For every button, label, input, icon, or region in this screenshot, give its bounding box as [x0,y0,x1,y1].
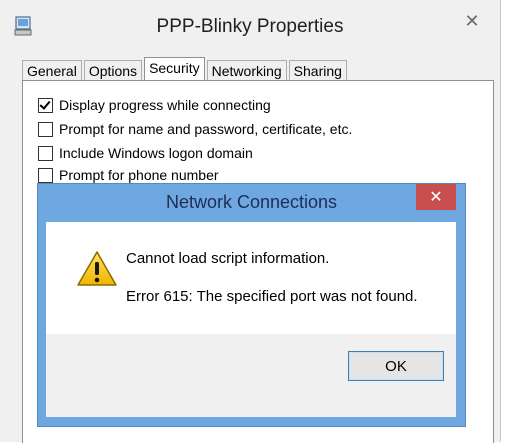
display-progress-checkbox[interactable] [38,97,53,113]
network-connections-dialog: Network Connections ✕ Cannot load script… [37,183,466,427]
prompt-phone-label: Prompt for phone number [59,167,219,183]
dialog-client-area: Cannot load script information. Error 61… [46,222,456,417]
dialog-title: Network Connections [165,192,338,212]
tab-networking[interactable]: Networking [206,60,287,81]
tab-general[interactable]: General [22,60,82,81]
prompt-phone-checkbox[interactable] [38,167,53,183]
tab-security[interactable]: Security [144,57,205,81]
option-display-progress[interactable]: Display progress while connecting [38,96,271,114]
window-close-button[interactable]: ✕ [452,10,492,32]
window-titlebar[interactable]: PPP-Blinky Properties ✕ [0,0,500,56]
tab-options[interactable]: Options [83,60,143,81]
dialog-message: Cannot load script information. [126,250,330,267]
dialog-error-detail: Error 615: The specified port was not fo… [126,288,418,305]
option-include-domain[interactable]: Include Windows logon domain [38,144,253,162]
option-prompt-credentials[interactable]: Prompt for name and password, certificat… [38,120,352,138]
option-prompt-phone[interactable]: Prompt for phone number [38,166,219,184]
close-icon: ✕ [464,10,480,31]
prompt-credentials-checkbox[interactable] [38,121,53,137]
dialog-close-button[interactable]: ✕ [416,184,456,210]
close-icon: ✕ [429,189,443,206]
tab-bar: General Options Security Networking Shar… [22,57,349,81]
dialog-message-area: Cannot load script information. Error 61… [46,222,456,334]
include-domain-checkbox[interactable] [38,145,53,161]
prompt-credentials-label: Prompt for name and password, certificat… [59,121,353,137]
window-title: PPP-Blinky Properties [156,16,344,37]
tab-sharing[interactable]: Sharing [288,60,347,81]
ok-button[interactable]: OK [348,351,444,381]
warning-icon [77,251,117,286]
include-domain-label: Include Windows logon domain [59,145,253,161]
display-progress-label: Display progress while connecting [59,97,271,113]
